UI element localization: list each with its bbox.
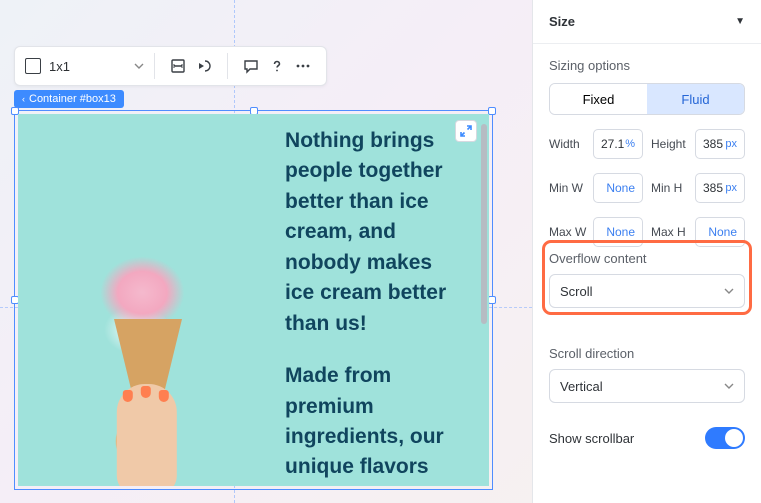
fit-width-icon[interactable] xyxy=(165,53,191,79)
minw-label: Min W xyxy=(549,181,587,195)
section-size-header[interactable]: Size ▼ xyxy=(533,0,761,44)
chevron-down-icon xyxy=(724,284,734,299)
scrolldir-label: Scroll direction xyxy=(549,346,745,361)
overflow-dropdown[interactable]: Scroll xyxy=(549,274,745,308)
width-input[interactable]: 27.1 % xyxy=(593,129,643,159)
properties-panel: Size ▼ Sizing options Fixed Fluid Width … xyxy=(532,0,761,503)
scrollbar-thumb[interactable] xyxy=(481,124,487,324)
minh-input[interactable]: 385 px xyxy=(695,173,745,203)
resize-handle-ne[interactable] xyxy=(488,107,496,115)
maxh-label: Max H xyxy=(651,225,689,239)
ratio-selector[interactable]: 1x1 xyxy=(15,47,154,85)
chevron-left-icon: ‹ xyxy=(22,94,25,104)
minh-label: Min H xyxy=(651,181,689,195)
rotate-icon[interactable] xyxy=(191,53,217,79)
maxw-input[interactable]: None xyxy=(593,217,643,247)
selection-badge-label: Container #box13 xyxy=(29,93,116,105)
maxh-input[interactable]: None xyxy=(695,217,745,247)
show-scrollbar-label: Show scrollbar xyxy=(549,431,634,446)
scrolldir-value: Vertical xyxy=(560,379,603,394)
show-scrollbar-toggle[interactable] xyxy=(705,427,745,449)
more-icon[interactable] xyxy=(290,53,316,79)
height-label: Height xyxy=(651,137,689,151)
scrolldir-dropdown[interactable]: Vertical xyxy=(549,369,745,403)
selected-container[interactable]: Nothing brings people together better th… xyxy=(14,110,493,490)
sizing-mode-segmented: Fixed Fluid xyxy=(549,83,745,115)
paragraph-1: Nothing brings people together better th… xyxy=(285,126,467,339)
overflow-label: Overflow content xyxy=(549,251,745,266)
minw-input[interactable]: None xyxy=(593,173,643,203)
chevron-down-icon xyxy=(134,61,144,71)
content-scrollbar[interactable] xyxy=(481,124,487,476)
sizing-fluid-button[interactable]: Fluid xyxy=(647,84,744,114)
overflow-value: Scroll xyxy=(560,284,593,299)
canvas[interactable]: 1x1 ‹ Con xyxy=(0,0,532,503)
section-title: Size xyxy=(549,14,575,29)
body-text: Nothing brings people together better th… xyxy=(277,114,489,486)
resize-handle-e[interactable] xyxy=(488,296,496,304)
maxw-label: Max W xyxy=(549,225,587,239)
width-label: Width xyxy=(549,137,587,151)
ratio-label: 1x1 xyxy=(49,59,70,74)
help-icon[interactable] xyxy=(264,53,290,79)
selection-badge[interactable]: ‹ Container #box13 xyxy=(14,90,124,108)
expand-button[interactable] xyxy=(455,120,477,142)
square-icon xyxy=(25,58,41,74)
sizing-fixed-button[interactable]: Fixed xyxy=(550,84,647,114)
collapse-icon: ▼ xyxy=(735,16,745,27)
height-input[interactable]: 385 px xyxy=(695,129,745,159)
container-content: Nothing brings people together better th… xyxy=(18,114,489,486)
chevron-down-icon xyxy=(724,379,734,394)
hero-image xyxy=(18,114,277,486)
sizing-options-label: Sizing options xyxy=(549,58,745,73)
paragraph-2: Made from premium ingredients, our uniqu… xyxy=(285,361,467,483)
overflow-group-highlight: Overflow content Scroll xyxy=(549,247,745,308)
comment-icon[interactable] xyxy=(238,53,264,79)
hand-shape xyxy=(116,384,176,486)
context-toolbar: 1x1 xyxy=(14,46,327,86)
